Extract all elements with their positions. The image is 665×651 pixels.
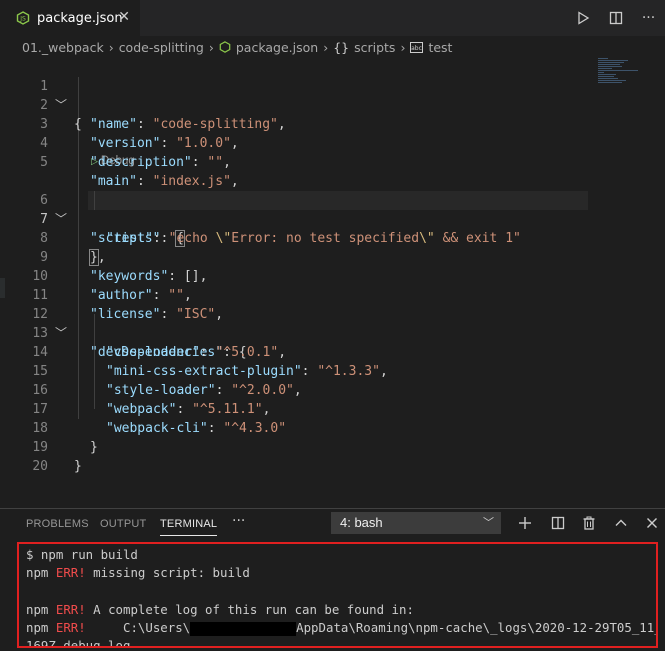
breadcrumb-item[interactable]: code-splitting bbox=[119, 40, 204, 55]
json-key: "description" bbox=[90, 155, 192, 170]
terminal-text: AppData\Roaming\npm-cache\_logs\2020-12-… bbox=[296, 620, 658, 636]
terminal-output[interactable]: $ npm run build npm ERR! missing script:… bbox=[17, 542, 658, 648]
code-line: 4 "description": "", bbox=[0, 115, 590, 170]
more-icon[interactable]: ··· bbox=[232, 513, 245, 529]
tab-terminal[interactable]: TERMINAL bbox=[160, 518, 218, 536]
line-number: 20 bbox=[32, 459, 48, 474]
tab-problems[interactable]: PROBLEMS bbox=[26, 518, 89, 530]
code-line: 16 "webpack": "^5.11.1", bbox=[0, 362, 590, 417]
code-line: 3 "version": "1.0.0", bbox=[0, 96, 590, 151]
terminal-line: $ npm run build bbox=[26, 547, 138, 562]
code-line: 15 "style-loader": "^2.0.0", bbox=[0, 343, 590, 398]
terminal-text: A complete log of this run can be found … bbox=[85, 601, 414, 617]
svg-text:JS: JS bbox=[19, 16, 26, 23]
new-terminal-icon[interactable] bbox=[514, 512, 536, 534]
nodejs-file-icon bbox=[219, 41, 231, 53]
chevron-right-icon: › bbox=[208, 39, 214, 55]
nodejs-file-icon: JS bbox=[16, 11, 30, 25]
code-line: 14 "mini-css-extract-plugin": "^1.3.3", bbox=[0, 324, 590, 379]
error-tag: ERR! bbox=[55, 620, 86, 636]
scrollbar[interactable] bbox=[0, 278, 5, 298]
npm-prefix: npm bbox=[26, 601, 49, 617]
shell-select-value: 4: bash bbox=[340, 515, 383, 530]
tab-output[interactable]: OUTPUT bbox=[100, 518, 146, 530]
chevron-up-icon[interactable] bbox=[610, 512, 632, 534]
terminal-text: C:\Users\ bbox=[85, 620, 191, 636]
npm-prefix: npm bbox=[26, 565, 49, 581]
code-line: 20 bbox=[0, 438, 590, 474]
breadcrumb-item[interactable]: package.json bbox=[236, 40, 318, 55]
close-icon[interactable]: ✕ bbox=[118, 9, 130, 25]
split-editor-icon[interactable] bbox=[599, 11, 632, 25]
line-number: 5 bbox=[40, 155, 48, 170]
chevron-right-icon: › bbox=[400, 39, 406, 55]
code-line: 6 ﹀ "scripts": { bbox=[0, 172, 590, 247]
trash-icon[interactable] bbox=[578, 512, 600, 534]
code-line: 2 "name": "code-splitting", bbox=[0, 77, 590, 132]
close-panel-icon[interactable] bbox=[641, 512, 663, 534]
code-line: 1 ﹀ { bbox=[0, 58, 590, 132]
code-line: 12 ﹀ "devDependencies": { bbox=[0, 286, 590, 360]
code-editor[interactable]: ▷ Debug 1 ﹀ { 2 "name": "code-splitting",… bbox=[0, 58, 665, 498]
chevron-right-icon: › bbox=[323, 39, 329, 55]
terminal-line: npm ERR! C:\Users\ AppData\Roaming\npm-ca… bbox=[26, 619, 656, 637]
chevron-right-icon: › bbox=[108, 39, 114, 55]
string-icon: abc bbox=[410, 41, 424, 53]
code-line: 10 "author": "", bbox=[0, 248, 590, 303]
braces-icon: {} bbox=[333, 39, 350, 55]
code-line: 11 "license": "ISC", bbox=[0, 267, 590, 322]
run-icon[interactable] bbox=[566, 11, 599, 25]
editor-tab-bar: JS package.json ✕ ··· bbox=[0, 0, 665, 36]
code-line: 18 } bbox=[0, 400, 590, 455]
code-line: 17 "webpack-cli": "^4.3.0" bbox=[0, 381, 590, 436]
tab-label: package.json bbox=[37, 10, 123, 26]
svg-text:abc: abc bbox=[412, 45, 423, 52]
terminal-text: missing script: build bbox=[85, 565, 250, 581]
json-value: "" bbox=[207, 155, 224, 170]
split-terminal-icon[interactable] bbox=[547, 512, 569, 534]
code-line: 13 "css-loader": "^5.0.1", bbox=[0, 305, 590, 360]
code-line: 5 "main": "index.js", bbox=[0, 134, 590, 189]
minimap[interactable] bbox=[598, 58, 650, 88]
error-tag: ERR! bbox=[55, 601, 86, 617]
tab-package-json[interactable]: JS package.json ✕ bbox=[0, 0, 140, 36]
breadcrumb-item[interactable]: test bbox=[428, 40, 452, 55]
more-actions-icon[interactable]: ··· bbox=[632, 10, 665, 26]
redacted-username bbox=[190, 621, 297, 636]
code-line: 7 "test": "echo \"Error: no test specifi… bbox=[0, 191, 590, 246]
code-line: 9 "keywords": [], bbox=[0, 229, 590, 284]
terminal-line: npm ERR! A complete log of this run can … bbox=[26, 601, 656, 619]
terminal-shell-select[interactable]: 4: bash ﹀ bbox=[331, 512, 501, 534]
npm-prefix: npm bbox=[26, 620, 49, 636]
terminal-line: 169Z-debug.log bbox=[26, 638, 131, 648]
chevron-down-icon: ﹀ bbox=[483, 517, 494, 529]
breadcrumb-item[interactable]: scripts bbox=[354, 40, 395, 55]
code-line: 19 } bbox=[0, 419, 590, 474]
breadcrumb: 01._webpack › code-splitting › package.j… bbox=[0, 36, 665, 58]
terminal-line: npm ERR! missing script: build bbox=[26, 564, 656, 582]
error-tag: ERR! bbox=[55, 565, 86, 581]
code-line: 8 }, bbox=[0, 210, 590, 266]
breadcrumb-item[interactable]: 01._webpack bbox=[22, 40, 104, 55]
